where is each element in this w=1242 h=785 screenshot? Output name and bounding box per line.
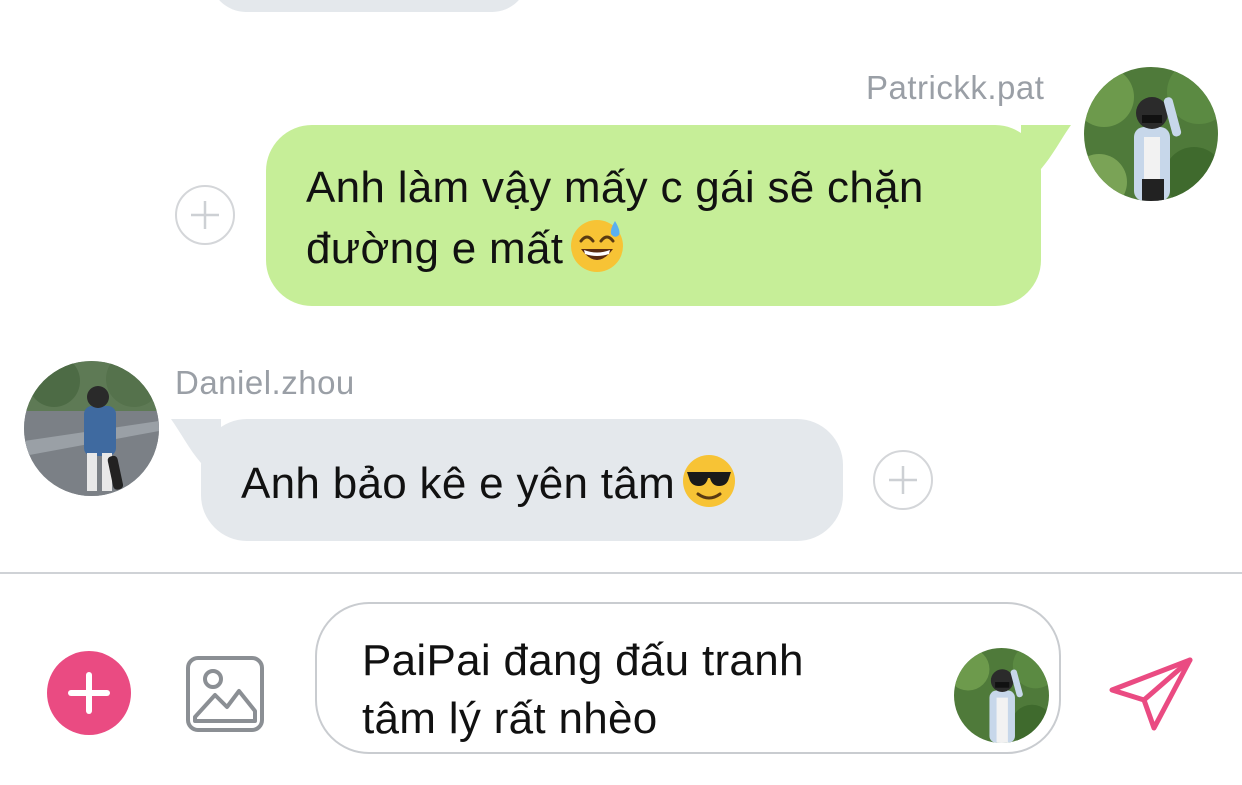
sender-avatar[interactable]: [954, 648, 1049, 743]
sunglasses-emoji: [681, 452, 737, 508]
sender-name: Daniel.zhou: [175, 364, 355, 401]
message-text: Anh bảo kê e yên tâm: [241, 452, 813, 513]
message-text: Anh làm vậy mấy c gái sẽ chặn đường e mấ…: [306, 159, 1011, 278]
plus-icon: [68, 672, 110, 714]
message-line: Anh làm vậy mấy c gái sẽ chặn: [306, 163, 924, 212]
message-line: Anh bảo kê e yên tâm: [241, 459, 676, 508]
grinning-sweat-emoji: [569, 217, 625, 273]
previous-message-bubble: [210, 0, 528, 12]
outgoing-message-bubble[interactable]: Anh làm vậy mấy c gái sẽ chặn đường e mấ…: [266, 125, 1071, 306]
bubble-tail: [171, 419, 221, 463]
composer-divider: [0, 572, 1242, 574]
message-input-text[interactable]: PaiPai đang đấu tranh tâm lý rất nhèo: [362, 632, 942, 748]
avatar[interactable]: [24, 361, 159, 496]
sender-name: Patrickk.pat: [866, 69, 1045, 106]
bubble-tail: [1021, 125, 1071, 169]
add-reaction-button[interactable]: [175, 185, 235, 245]
incoming-message-bubble[interactable]: Anh bảo kê e yên tâm: [171, 419, 843, 541]
send-icon: [1109, 657, 1193, 731]
image-picker-button[interactable]: [185, 655, 265, 735]
input-line: PaiPai đang đấu tranh: [362, 636, 804, 685]
avatar[interactable]: [1084, 67, 1218, 201]
image-icon: [186, 656, 264, 732]
message-line: đường e mất: [306, 224, 564, 273]
add-attachment-button[interactable]: [47, 651, 131, 735]
input-line: tâm lý rất nhèo: [362, 694, 658, 743]
send-button[interactable]: [1106, 654, 1196, 734]
message-line-with-emoji: đường e mất: [306, 217, 1011, 278]
add-reaction-button[interactable]: [873, 450, 933, 510]
